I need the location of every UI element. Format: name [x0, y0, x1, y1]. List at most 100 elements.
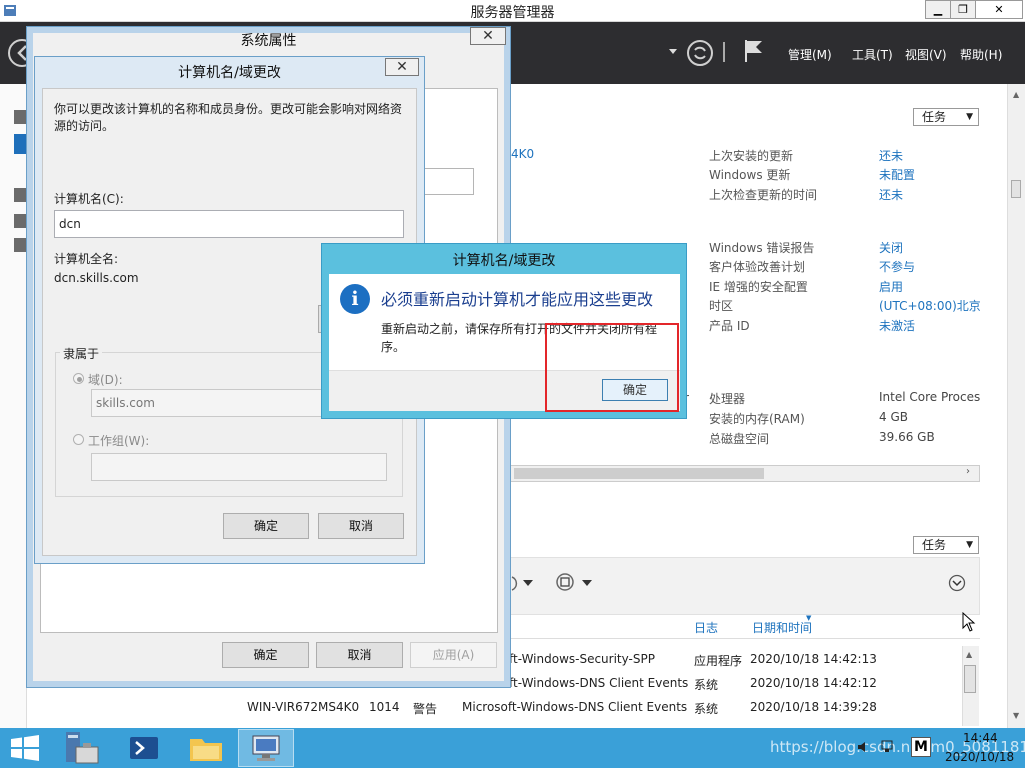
hardware-label: 安装的内存(RAM)	[709, 412, 805, 426]
computer-name-dialog-title: 计算机名/域更改	[178, 65, 281, 81]
computer-name-label: 计算机名(C):	[54, 192, 124, 206]
hardware-label: 总磁盘空间	[709, 432, 770, 446]
column-header-datetime[interactable]: 日期和时间	[752, 619, 812, 636]
member-of-label: 隶属于	[60, 345, 103, 362]
partial-input-field[interactable]	[424, 168, 474, 195]
computer-name-dialog-close-button[interactable]: ✕	[385, 58, 419, 76]
property-value[interactable]: 未配置	[879, 166, 915, 183]
scroll-right-icon[interactable]: ›	[966, 466, 970, 477]
tasks-label: 任务	[922, 110, 947, 124]
speaker-icon[interactable]	[856, 740, 870, 754]
clock-time[interactable]: 14:44	[963, 731, 998, 745]
restart-dialog-heading: 必须重新启动计算机才能应用这些更改	[381, 290, 654, 309]
scroll-up-icon[interactable]: ▲	[1013, 90, 1019, 99]
system-properties-taskbar-icon	[252, 735, 280, 761]
hardware-value: 39.66 GB	[879, 430, 935, 444]
full-computer-name-value: dcn.skills.com	[54, 271, 139, 285]
navigation-pane	[0, 84, 27, 728]
menu-tools[interactable]: 工具(T)	[852, 46, 893, 63]
system-properties-cancel-button[interactable]: 取消	[316, 642, 403, 668]
property-label: 客户体验改善计划	[709, 260, 806, 274]
tasks-label: 任务	[922, 538, 947, 552]
header-separator	[510, 638, 980, 639]
system-properties-title: 系统属性	[240, 33, 297, 49]
property-value[interactable]: 还未	[879, 186, 903, 203]
minimize-button[interactable]: ▁	[925, 0, 951, 19]
expand-chevron-icon[interactable]	[948, 574, 966, 592]
mouse-cursor-icon	[962, 612, 976, 632]
network-icon[interactable]	[880, 739, 896, 755]
property-label: IE 增强的安全配置	[709, 280, 808, 294]
system-properties-apply-button[interactable]: 应用(A)	[410, 642, 497, 668]
workgroup-radio[interactable]	[73, 434, 84, 445]
computer-name-input[interactable]: dcn	[54, 210, 404, 238]
full-computer-name-label: 计算机全名:	[54, 252, 119, 266]
domain-radio[interactable]	[73, 373, 84, 384]
tasks-button-properties[interactable]: 任务 ▼	[913, 108, 979, 126]
property-value[interactable]: 还未	[879, 147, 903, 164]
hardware-value: 4 GB	[879, 410, 908, 424]
property-value[interactable]: 未激活	[879, 317, 915, 334]
annotation-highlight-box	[545, 323, 679, 412]
start-windows-icon[interactable]	[8, 733, 42, 763]
radio-selected-dot	[77, 377, 82, 382]
workgroup-label: 工作组(W):	[88, 434, 150, 448]
event-id[interactable]: 1014	[369, 700, 400, 714]
powershell-taskbar-icon[interactable]	[118, 729, 170, 767]
dropdown-arrow-icon[interactable]	[668, 46, 678, 56]
restart-dialog-title: 计算机名/域更改	[452, 253, 556, 269]
computer-name-ok-button[interactable]: 确定	[223, 513, 309, 539]
menu-manage[interactable]: 管理(M)	[788, 46, 832, 63]
event-source[interactable]: ft-Windows-Security-SPP	[509, 652, 655, 666]
events-scroll-up-icon[interactable]: ▲	[966, 650, 972, 659]
horizontal-scrollbar-thumb[interactable]	[514, 468, 764, 479]
event-log[interactable]: 系统	[694, 676, 718, 693]
menu-view[interactable]: 视图(V)	[905, 46, 947, 63]
info-icon: i	[340, 284, 370, 314]
hardware-label: 处理器	[709, 392, 746, 406]
scroll-down-icon[interactable]: ▼	[1013, 711, 1019, 720]
refresh-icon[interactable]	[686, 39, 714, 67]
clock-date[interactable]: 2020/10/18	[945, 750, 1014, 764]
workgroup-input[interactable]	[91, 453, 387, 481]
property-value[interactable]: 关闭	[879, 239, 903, 256]
event-server[interactable]: WIN-VIR672MS4K0	[247, 700, 359, 714]
tasks-dropdown-icon: ▼	[966, 112, 973, 122]
event-datetime[interactable]: 2020/10/18 14:39:28	[750, 700, 877, 714]
event-datetime[interactable]: 2020/10/18 14:42:13	[750, 652, 877, 666]
system-properties-ok-button[interactable]: 确定	[222, 642, 309, 668]
system-properties-close-button[interactable]: ✕	[470, 27, 506, 45]
events-scrollbar-thumb[interactable]	[964, 665, 976, 693]
property-label: Windows 更新	[709, 168, 791, 182]
property-value[interactable]: 不参与	[879, 258, 915, 275]
save-query-icon[interactable]	[556, 573, 596, 593]
server-manager-taskbar-icon[interactable]	[56, 729, 108, 767]
hardware-value: Intel Core Proces	[879, 390, 981, 404]
header-divider	[723, 42, 725, 62]
menu-help[interactable]: 帮助(H)	[960, 46, 1002, 63]
property-label: 时区	[709, 299, 734, 313]
event-log[interactable]: 系统	[694, 700, 718, 717]
event-log[interactable]: 应用程序	[694, 652, 742, 669]
tasks-dropdown-icon: ▼	[966, 540, 973, 550]
event-level[interactable]: 警告	[413, 700, 437, 717]
property-label: 产品 ID	[709, 319, 750, 333]
column-header-log[interactable]: 日志	[694, 619, 718, 636]
ime-indicator[interactable]: M	[911, 737, 931, 757]
notifications-flag-icon[interactable]	[742, 38, 766, 64]
file-explorer-taskbar-icon[interactable]	[180, 729, 232, 767]
server-name-partial[interactable]: 4K0	[511, 147, 534, 161]
event-source[interactable]: Microsoft-Windows-DNS Client Events	[462, 700, 687, 714]
close-button[interactable]: ✕	[975, 0, 1023, 19]
property-value[interactable]: 启用	[879, 278, 903, 295]
event-datetime[interactable]: 2020/10/18 14:42:12	[750, 676, 877, 690]
sort-indicator-icon: ▼	[806, 614, 812, 622]
scrollbar-thumb[interactable]	[1011, 180, 1021, 198]
maximize-button[interactable]: ❐	[950, 0, 976, 19]
property-value[interactable]: (UTC+08:00)北京	[879, 297, 981, 314]
computer-name-cancel-button[interactable]: 取消	[318, 513, 404, 539]
property-label: 上次检查更新的时间	[709, 188, 818, 202]
event-source[interactable]: ft-Windows-DNS Client Events	[509, 676, 688, 690]
property-label: 上次安装的更新	[709, 149, 794, 163]
tasks-button-events[interactable]: 任务 ▼	[913, 536, 979, 554]
